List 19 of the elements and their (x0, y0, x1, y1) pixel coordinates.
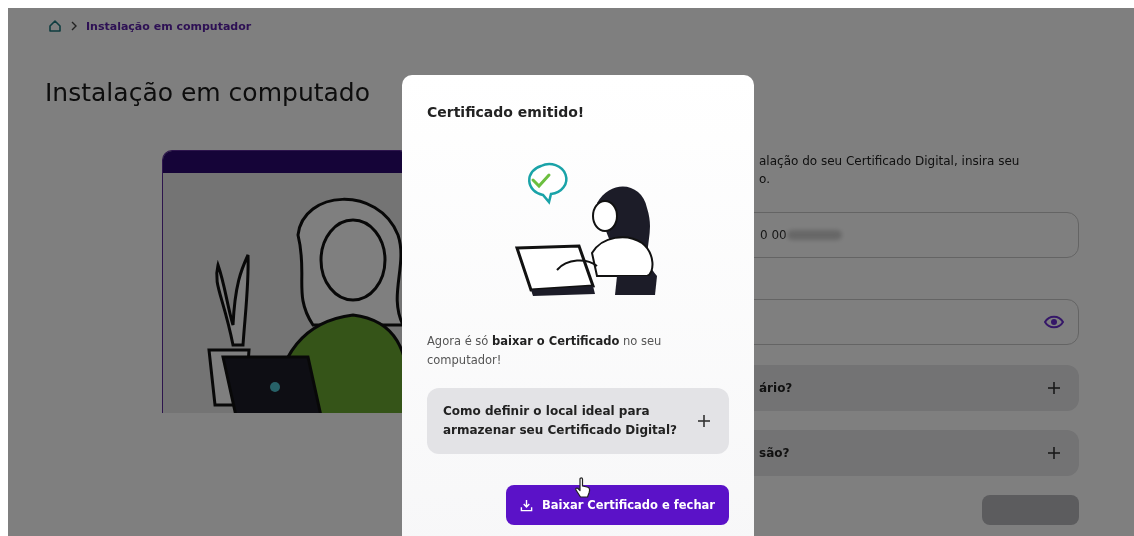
download-and-close-button[interactable]: Baixar Certificado e fechar (506, 485, 729, 525)
modal-title: Certificado emitido! (427, 104, 586, 120)
modal-message: Agora é só baixar o Certificado no seu computador! (427, 333, 663, 369)
eye-icon[interactable] (1044, 315, 1064, 329)
download-icon (520, 498, 534, 512)
accordion-item[interactable]: Como definir o local ideal para armazenar seu Certificado Digital? (427, 388, 729, 454)
plus-icon (1047, 446, 1061, 460)
accordion-question: Como definir o local ideal para armazenar seu Certificado Digital? (443, 403, 678, 439)
plus-icon (1047, 381, 1061, 395)
plus-icon (697, 414, 711, 428)
home-icon[interactable] (48, 19, 62, 33)
accordion-question: ário? (759, 381, 793, 395)
accordion-question: são? (759, 446, 790, 460)
instruction-text: o. (758, 171, 771, 188)
instruction-text: alação do seu Certificado Digital, insira seu (758, 153, 1021, 170)
breadcrumb-link[interactable]: Instalação em computador (86, 19, 252, 33)
chevron-icon (70, 21, 78, 31)
page-title: Instalação em computado (45, 78, 370, 109)
pointer-cursor-icon (574, 477, 592, 499)
